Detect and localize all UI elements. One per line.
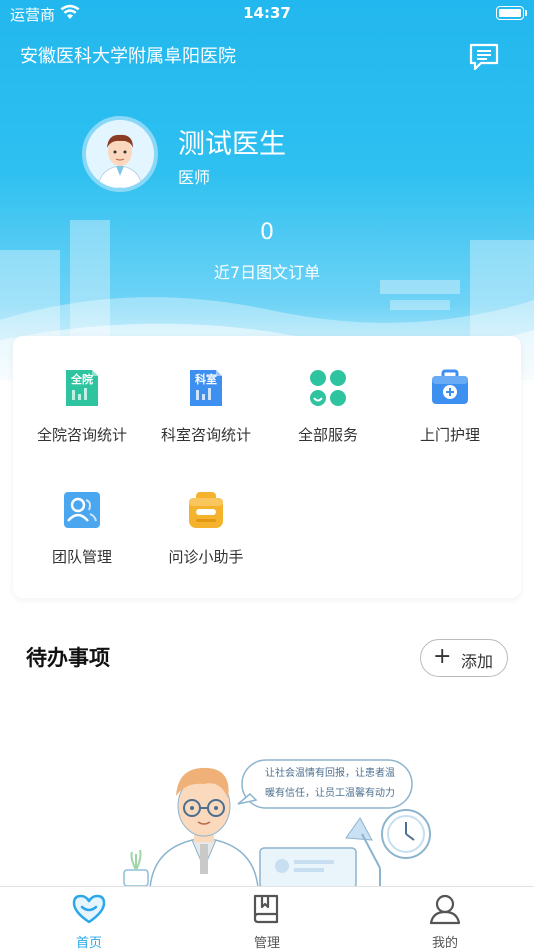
home-care-icon [432,369,468,404]
func-label: 全院咨询统计 [36,426,127,444]
func-label: 团队管理 [51,548,112,566]
func-label: 问诊小助手 [168,548,244,566]
order-count[interactable]: 0 [0,220,534,245]
doctor-avatar-icon [86,120,154,188]
func-team-management[interactable]: 团队管理 [19,458,145,568]
clock: 14:37 [243,4,291,22]
tab-mine[interactable]: 我的 [385,887,505,950]
func-home-care[interactable]: 上门护理 [387,336,513,446]
empty-state-line-1: 让社会温情有回报，让患者温 [265,768,395,779]
tab-home[interactable]: 首页 [29,887,149,950]
func-label: 全部服务 [297,426,358,444]
empty-state-line-2: 暖有信任，让员工温馨有动力 [265,788,395,799]
tab-label: 首页 [75,936,102,950]
doctor-name: 测试医生 [178,129,286,160]
tab-management[interactable]: 管理 [207,887,327,950]
book-icon [253,894,279,924]
tab-bar: 首页 管理 我的 [0,886,534,950]
message-icon [469,43,499,71]
all-services-icon [310,370,346,406]
todo-title: 待办事项 [26,646,110,670]
battery-icon [496,6,527,20]
person-icon [429,894,461,925]
add-todo-button[interactable]: + 添加 [420,639,508,677]
func-hospital-stats[interactable]: 全院 全院咨询统计 [19,336,145,446]
assistant-icon [189,492,223,528]
func-label: 上门护理 [419,426,480,444]
hospital-stats-badge: 全院 [71,373,93,386]
add-label: 添加 [461,652,494,671]
avatar[interactable] [82,116,158,192]
hospital-name: 安徽医科大学附属阜阳医院 [20,46,236,67]
func-label: 科室咨询统计 [160,426,251,444]
message-button[interactable] [468,42,500,72]
tab-label: 管理 [253,936,280,950]
tab-label: 我的 [431,936,458,950]
status-bar: 运营商 14:37 [0,0,534,28]
home-heart-icon [72,894,106,924]
doctor-title: 医师 [178,168,211,187]
func-department-stats[interactable]: 科室 科室咨询统计 [143,336,269,446]
function-card: 全院 全院咨询统计 科室 科室咨询统计 全部服务 上门护理 团队管理 问诊小助手 [13,336,521,598]
team-management-icon [64,492,100,528]
order-label: 近7日图文订单 [213,263,321,282]
empty-state-message: 让社会温情有回报，让患者温 暖有信任，让员工温馨有动力 [250,764,410,804]
func-assistant[interactable]: 问诊小助手 [143,458,269,568]
department-stats-badge: 科室 [195,373,217,386]
func-all-services[interactable]: 全部服务 [265,336,391,446]
plus-icon: + [433,644,452,669]
